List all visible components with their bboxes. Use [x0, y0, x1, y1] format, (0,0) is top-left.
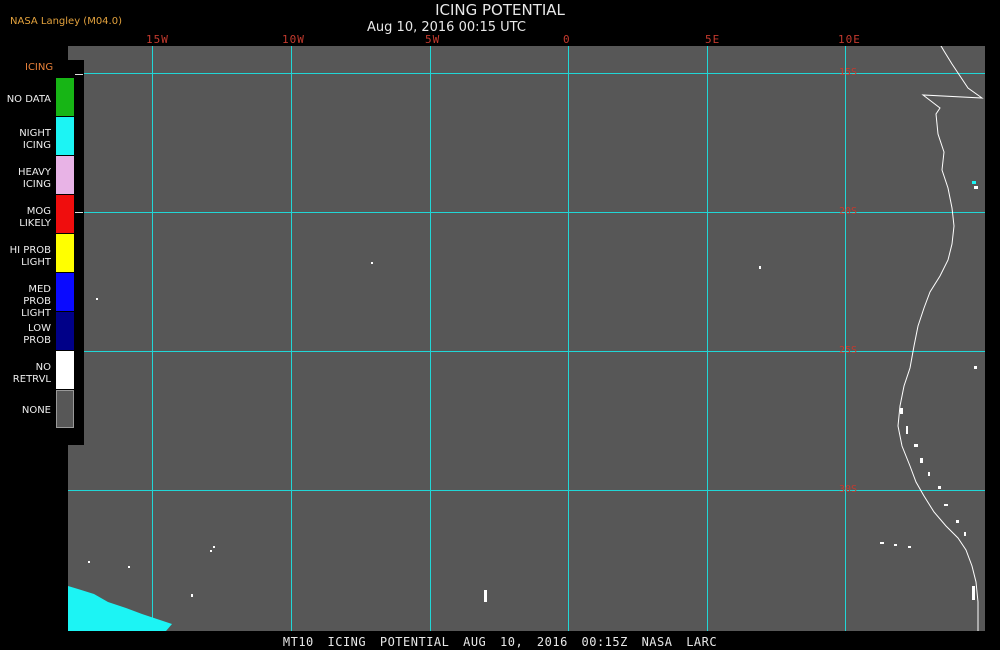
legend-label-hi-prob-light: HI PROB LIGHT: [9, 245, 51, 268]
legend-swatch-none: [56, 390, 74, 428]
legend-swatch-low-prob: [56, 312, 74, 350]
legend-swatch-mog-likely: [56, 195, 74, 233]
night-icing-pixel: [972, 181, 976, 184]
legend-label-med-prob-light: MED PROB LIGHT: [21, 284, 51, 319]
legend-swatch-heavy-icing: [56, 156, 74, 194]
lon-label-10e: 10E: [838, 33, 861, 46]
legend-title: ICING: [25, 62, 54, 73]
legend-label-heavy-icing: HEAVY ICING: [18, 167, 51, 190]
lon-label-0: 0: [563, 33, 571, 46]
legend-label-none: NONE: [21, 405, 51, 416]
satellite-map: 15S 20S 25S 30S: [68, 46, 985, 631]
lon-label-15w: 15W: [146, 33, 169, 46]
legend-swatch-med-prob-light: [56, 273, 74, 311]
legend-label-no-data: NO DATA: [6, 94, 51, 105]
no-retrieval-pixels: [88, 186, 978, 602]
legend-swatch-hi-prob-light: [56, 234, 74, 272]
legend-swatch-no-retrvl: [56, 351, 74, 389]
legend-label-low-prob: LOW PROB: [23, 323, 51, 346]
lon-label-10w: 10W: [282, 33, 305, 46]
legend-swatch-night-icing: [56, 117, 74, 155]
legend-swatch-no-data: [56, 78, 74, 116]
legend-tick: [75, 74, 83, 75]
footer-caption: MT10 ICING POTENTIAL AUG 10, 2016 00:15Z…: [282, 635, 718, 649]
map-features: [68, 46, 984, 631]
map-title: ICING POTENTIAL: [435, 1, 565, 19]
lon-label-5w: 5W: [425, 33, 441, 46]
night-icing-area: [68, 586, 172, 631]
legend-label-no-retrvl: NO RETRVL: [12, 362, 51, 385]
map-timestamp: Aug 10, 2016 00:15 UTC: [367, 20, 526, 35]
legend-label-night-icing: NIGHT ICING: [19, 128, 51, 151]
lon-label-5e: 5E: [705, 33, 721, 46]
coastline: [897, 46, 984, 631]
legend-tick: [75, 212, 83, 213]
legend-label-mog-likely: MOG LIKELY: [19, 206, 51, 229]
